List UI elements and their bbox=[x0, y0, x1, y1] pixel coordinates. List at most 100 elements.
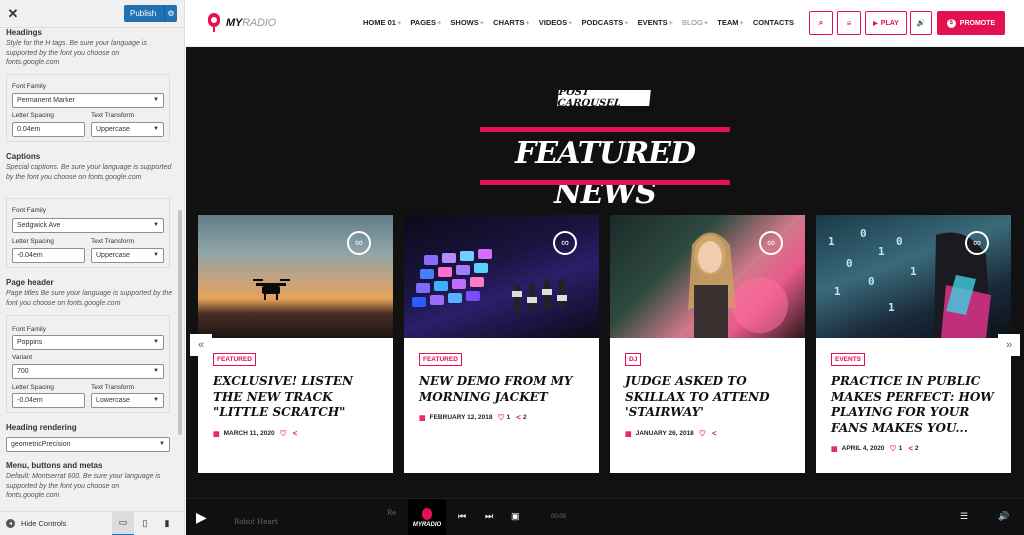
heading-rendering-select[interactable]: geometricPrecision ▼ bbox=[6, 437, 170, 452]
mobile-icon[interactable]: ▮ bbox=[156, 512, 178, 535]
nav-label: VIDEOS bbox=[538, 18, 568, 27]
text-transform-select[interactable]: Lowercase ▼ bbox=[91, 393, 164, 408]
font-family-label: Font Family bbox=[12, 207, 46, 214]
post-image[interactable]: ∞ bbox=[404, 215, 599, 338]
publish-button[interactable]: Publish ⚙ bbox=[124, 5, 177, 22]
nav-item-pages[interactable]: PAGES+ bbox=[410, 18, 441, 27]
nav-item-home[interactable]: HOME 01+ bbox=[363, 18, 401, 27]
variant-select[interactable]: 700 ▼ bbox=[12, 364, 164, 379]
heart-icon[interactable]: ♡ bbox=[890, 444, 897, 453]
like-count: 1 bbox=[506, 414, 511, 421]
menu-button[interactable]: ≡ bbox=[837, 11, 861, 35]
nav-item-shows[interactable]: SHOWS+ bbox=[450, 18, 484, 27]
category-badge[interactable]: EVENTS bbox=[831, 353, 866, 366]
nav-item-events[interactable]: EVENTS+ bbox=[638, 18, 673, 27]
nav-item-team[interactable]: TEAM+ bbox=[717, 18, 744, 27]
close-icon[interactable]: ✕ bbox=[0, 0, 26, 28]
carousel-next-button[interactable]: » bbox=[998, 334, 1020, 356]
calendar-icon: ▦ bbox=[213, 430, 220, 438]
player-bar: ▶ Robot Heart Re MYRADIO ⏮ ⏭ ▣ 00:00 ☰ 🔊 bbox=[186, 498, 1024, 535]
post-card[interactable]: ∞ DJ JUDGE ASKED TO SKILLAX TO ATTEND 'S… bbox=[610, 215, 805, 473]
heart-icon[interactable]: ♡ bbox=[699, 429, 706, 438]
font-family-select[interactable]: Permanent Marker ▼ bbox=[12, 93, 164, 108]
volume-button[interactable]: 🔊 bbox=[910, 11, 932, 35]
previous-icon[interactable]: ⏮ bbox=[458, 511, 466, 522]
post-title[interactable]: NEW DEMO FROM MY MORNING JACKET bbox=[419, 374, 589, 405]
desktop-icon[interactable]: ▭ bbox=[112, 511, 134, 535]
font-family-select[interactable]: Sedgwick Ave ▼ bbox=[12, 218, 164, 233]
play-button[interactable]: ▶ PLAY bbox=[865, 11, 907, 35]
site-header: MYRADIO HOME 01+ PAGES+ SHOWS+ CHARTS+ V… bbox=[186, 0, 1024, 47]
search-icon: ⌕ bbox=[818, 18, 824, 27]
like-count: 1 bbox=[898, 445, 903, 452]
category-badge[interactable]: FEATURED bbox=[213, 353, 256, 366]
letter-spacing-input[interactable]: -0.04em bbox=[12, 248, 85, 263]
variant-value: 700 bbox=[17, 368, 29, 375]
link-icon[interactable]: ∞ bbox=[759, 231, 783, 255]
radio-icon[interactable]: ▣ bbox=[511, 511, 520, 522]
player-logo-text: MYRADIO bbox=[413, 522, 441, 528]
post-card[interactable]: ∞ FEATURED NEW DEMO FROM MY MORNING JACK… bbox=[404, 215, 599, 473]
category-badge[interactable]: FEATURED bbox=[419, 353, 462, 366]
carousel-title: FEATURED NEWS bbox=[514, 136, 696, 211]
font-family-value: Poppins bbox=[17, 339, 43, 346]
nav-item-podcasts[interactable]: PODCASTS+ bbox=[582, 18, 629, 27]
carousel-prev-button[interactable]: « bbox=[190, 334, 212, 356]
play-icon[interactable]: ▶ bbox=[196, 509, 212, 525]
share-icon[interactable]: < bbox=[908, 444, 913, 453]
nav-label: BLOG bbox=[682, 18, 703, 27]
page-header-controls: Font Family Poppins ▼ Variant 700 ▼ Letter… bbox=[6, 315, 170, 413]
post-card[interactable]: ∞ FEATURED EXCLUSIVE! LISTEN THE NEW TRA… bbox=[198, 215, 393, 473]
svg-text:1: 1 bbox=[910, 265, 917, 278]
post-title[interactable]: EXCLUSIVE! LISTEN THE NEW TRACK "LITTLE … bbox=[213, 374, 383, 421]
post-title[interactable]: PRACTICE IN PUBLIC MAKES PERFECT: HOW PL… bbox=[831, 374, 1001, 436]
nav-label: CHARTS bbox=[493, 18, 525, 27]
site-logo[interactable]: MYRADIO bbox=[205, 13, 276, 33]
hide-controls-button[interactable]: ◂ Hide Controls bbox=[6, 519, 112, 528]
headings-controls: Font Family Permanent Marker ▼ Letter Spa… bbox=[6, 74, 170, 142]
share-count: 2 bbox=[522, 414, 527, 421]
post-card[interactable]: 101010011 ∞ EVENTS PRACTICE IN PUBLIC MA… bbox=[816, 215, 1011, 473]
text-transform-select[interactable]: Uppercase ▼ bbox=[91, 122, 164, 137]
svg-text:0: 0 bbox=[868, 275, 875, 288]
nav-item-charts[interactable]: CHARTS+ bbox=[493, 18, 530, 27]
letter-spacing-label: Letter Spacing bbox=[12, 238, 54, 245]
link-icon[interactable]: ∞ bbox=[965, 231, 989, 255]
font-family-select[interactable]: Poppins ▼ bbox=[12, 335, 164, 350]
plus-icon: + bbox=[668, 18, 673, 27]
post-image[interactable]: 101010011 ∞ bbox=[816, 215, 1011, 338]
text-transform-select[interactable]: Uppercase ▼ bbox=[91, 248, 164, 263]
link-icon[interactable]: ∞ bbox=[347, 231, 371, 255]
post-image[interactable]: ∞ bbox=[610, 215, 805, 338]
volume-icon[interactable]: 🔊 bbox=[998, 511, 1009, 522]
track-marquee: Re bbox=[387, 509, 397, 517]
promote-button[interactable]: $ PROMOTE bbox=[937, 11, 1005, 35]
section-title: Captions bbox=[6, 152, 41, 161]
sidebar-scrollbar[interactable] bbox=[178, 210, 182, 435]
svg-text:1: 1 bbox=[888, 301, 895, 314]
heart-icon[interactable]: ♡ bbox=[498, 413, 505, 422]
heart-icon[interactable]: ♡ bbox=[280, 429, 287, 438]
svg-text:0: 0 bbox=[846, 257, 853, 270]
letter-spacing-input[interactable]: 0.04em bbox=[12, 122, 85, 137]
tablet-icon[interactable]: ▯ bbox=[134, 512, 156, 535]
letter-spacing-input[interactable]: -0.04em bbox=[12, 393, 85, 408]
calendar-icon: ▦ bbox=[625, 430, 632, 438]
post-title[interactable]: JUDGE ASKED TO SKILLAX TO ATTEND 'STAIRW… bbox=[625, 374, 795, 421]
category-badge[interactable]: DJ bbox=[625, 353, 642, 366]
share-icon[interactable]: < bbox=[516, 413, 521, 422]
post-image[interactable]: ∞ bbox=[198, 215, 393, 338]
nav-item-blog[interactable]: BLOG+ bbox=[682, 18, 708, 27]
post-date: APRIL 4, 2020 bbox=[841, 445, 885, 452]
next-icon[interactable]: ⏭ bbox=[485, 511, 493, 522]
collapse-icon: ◂ bbox=[6, 519, 15, 528]
search-button[interactable]: ⌕ bbox=[809, 11, 833, 35]
share-icon[interactable]: < bbox=[293, 429, 298, 438]
link-icon[interactable]: ∞ bbox=[553, 231, 577, 255]
share-count: 2 bbox=[914, 445, 919, 452]
share-icon[interactable]: < bbox=[712, 429, 717, 438]
nav-item-contacts[interactable]: CONTACTS bbox=[753, 18, 794, 27]
gear-icon[interactable]: ⚙ bbox=[164, 5, 177, 22]
playlist-icon[interactable]: ☰ bbox=[960, 511, 968, 522]
nav-item-videos[interactable]: VIDEOS+ bbox=[539, 18, 573, 27]
